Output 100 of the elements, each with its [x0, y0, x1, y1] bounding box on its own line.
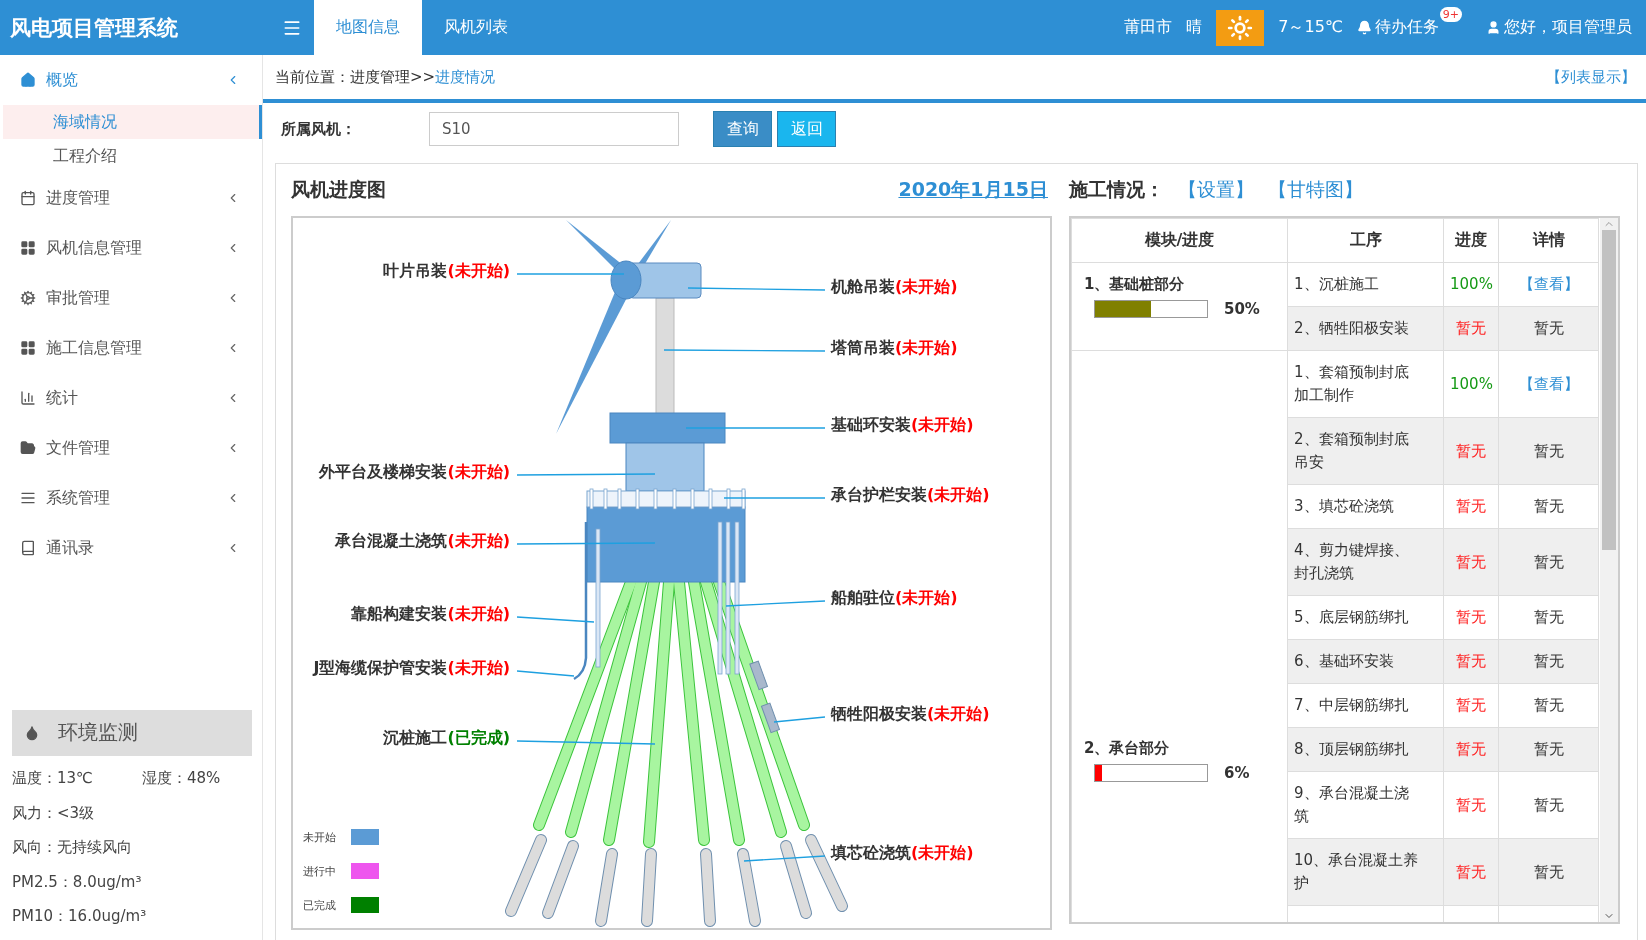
step-progress: 暂无	[1456, 497, 1486, 515]
step-name: 8、顶层钢筋绑扎	[1294, 740, 1409, 758]
stage-label: 塔筒吊装(未开始)	[831, 337, 958, 359]
detail-text: 暂无	[1533, 795, 1564, 814]
step-progress: 暂无	[1456, 696, 1486, 714]
legend-label: 进行中	[303, 863, 336, 879]
step-name: 9、承台混凝土浇筑	[1294, 784, 1409, 825]
stage-label: 外平台及楼梯安装(未开始)	[319, 461, 510, 483]
step-name: 1、沉桩施工	[1294, 275, 1379, 293]
grid-icon	[20, 340, 36, 356]
module-name: 1、基础桩部分	[1084, 275, 1186, 294]
query-button[interactable]: 查询	[713, 111, 772, 147]
stage-label: 基础环安装(未开始)	[831, 414, 974, 436]
stage-label: 牺牲阳极安装(未开始)	[831, 703, 990, 725]
sidebar-item[interactable]: 风机信息管理	[0, 223, 262, 273]
column-header: 详情	[1498, 218, 1599, 263]
env-reading: 湿度：48%	[142, 769, 222, 789]
stage-label: 靠船构建安装(未开始)	[351, 603, 510, 625]
breadcrumb: 当前位置：进度管理>>	[275, 67, 436, 87]
city-name: 莆田市	[1124, 17, 1173, 38]
detail-text: 暂无	[1533, 441, 1564, 460]
user-icon	[1486, 20, 1501, 35]
weather-text: 晴	[1186, 17, 1203, 38]
step-progress: 暂无	[1456, 441, 1486, 460]
legend-label: 未开始	[303, 829, 336, 845]
column-header: 进度	[1443, 218, 1499, 263]
sidebar-item[interactable]: 系统管理	[0, 473, 262, 523]
column-header: 模块/进度	[1071, 218, 1288, 263]
breadcrumb-link[interactable]: 进度情况	[435, 67, 496, 87]
sidebar-item[interactable]: 进度管理	[0, 173, 262, 223]
detail-text: 暂无	[1533, 552, 1564, 571]
detail-text: 暂无	[1533, 497, 1564, 515]
date-link[interactable]: 2020年1月15日	[898, 177, 1048, 203]
folder-icon	[20, 440, 36, 456]
stage-label: 船舶驻位(未开始)	[831, 587, 958, 609]
step-progress: 100%	[1450, 374, 1493, 393]
step-name: 1、套箱预制封底加工制作	[1294, 363, 1409, 404]
env-panel-title: 环境监测	[58, 719, 138, 746]
step-name: 3、填芯砼浇筑	[1294, 497, 1394, 515]
temperature-text: 7～15℃	[1278, 17, 1343, 38]
sidebar-item[interactable]: 审批管理	[0, 273, 262, 323]
leader-line	[516, 670, 575, 677]
sidebar-item[interactable]: 概览	[0, 55, 262, 105]
env-reading: PM10：16.0ug/m³	[12, 907, 147, 927]
stage-label: 承台护栏安装(未开始)	[831, 484, 990, 506]
leader-line	[773, 716, 826, 723]
step-progress: 暂无	[1456, 795, 1486, 814]
sidebar-subitem[interactable]: 工程介绍	[3, 139, 262, 173]
step-progress: 暂无	[1456, 608, 1486, 626]
detail-text: 暂无	[1533, 740, 1564, 758]
bell-icon	[1356, 20, 1372, 35]
detail-text: 暂无	[1533, 608, 1564, 626]
stage-label: J型海缆保护管安装(未开始)	[313, 657, 510, 679]
module-name: 2、承台部分	[1084, 739, 1171, 758]
sidebar-item[interactable]: 施工信息管理	[0, 323, 262, 373]
gears-icon	[20, 290, 36, 306]
turbine-label: 所属风机：	[281, 119, 357, 139]
header-link[interactable]: 【设置】	[1178, 177, 1254, 203]
stage-label: 填芯砼浇筑(未开始)	[831, 842, 974, 864]
list-icon	[20, 490, 36, 506]
scrollbar[interactable]	[1600, 218, 1618, 922]
turbine-field[interactable]: S10	[429, 112, 679, 146]
bar-chart-icon	[20, 390, 36, 406]
detail-text: 暂无	[1533, 319, 1564, 337]
detail-text: 暂无	[1533, 652, 1564, 670]
user-menu[interactable]: 您好，项目管理员	[1486, 17, 1632, 38]
grid-icon	[20, 240, 36, 256]
droplet-icon	[24, 724, 40, 741]
step-name: 10、承台混凝土养护	[1294, 851, 1419, 892]
nav-tab[interactable]: 风机列表	[422, 0, 530, 55]
progress-percent: 6%	[1224, 764, 1250, 782]
step-progress: 暂无	[1456, 740, 1486, 758]
header-link[interactable]: 【甘特图】	[1268, 177, 1363, 203]
diagram-title: 风机进度图	[291, 177, 386, 202]
step-name: 5、底层钢筋绑扎	[1294, 608, 1409, 626]
sidebar-item[interactable]: 通讯录	[0, 523, 262, 573]
view-link[interactable]: 【查看】	[1518, 374, 1579, 393]
nav-tab[interactable]: 地图信息	[314, 0, 422, 55]
back-button[interactable]: 返回	[777, 111, 836, 147]
sidebar-subitem[interactable]: 海域情况	[3, 105, 262, 139]
list-view-link[interactable]: 【列表显示】	[1546, 67, 1636, 87]
calendar-icon	[20, 190, 36, 206]
stage-label: 沉桩施工(已完成)	[383, 727, 510, 749]
app-title: 风电项目管理系统	[9, 14, 179, 42]
step-name: 7、中层钢筋绑扎	[1294, 696, 1409, 714]
book-icon	[20, 540, 36, 556]
sidebar-item[interactable]: 文件管理	[0, 423, 262, 473]
todo-button[interactable]: 待办任务	[1356, 17, 1439, 38]
env-reading: PM2.5：8.0ug/m³	[12, 872, 142, 892]
legend-label: 已完成	[303, 897, 336, 913]
sidebar-item[interactable]: 统计	[0, 373, 262, 423]
step-progress: 暂无	[1456, 862, 1486, 881]
home-icon	[20, 72, 36, 88]
stage-label: 机舱吊装(未开始)	[831, 276, 958, 298]
stage-label: 承台混凝土浇筑(未开始)	[335, 530, 510, 552]
detail-text: 暂无	[1533, 696, 1564, 714]
sun-icon	[1216, 9, 1265, 46]
step-name: 6、基础环安装	[1294, 652, 1394, 670]
todo-badge: 9+	[1439, 7, 1462, 22]
step-progress: 暂无	[1456, 319, 1486, 337]
